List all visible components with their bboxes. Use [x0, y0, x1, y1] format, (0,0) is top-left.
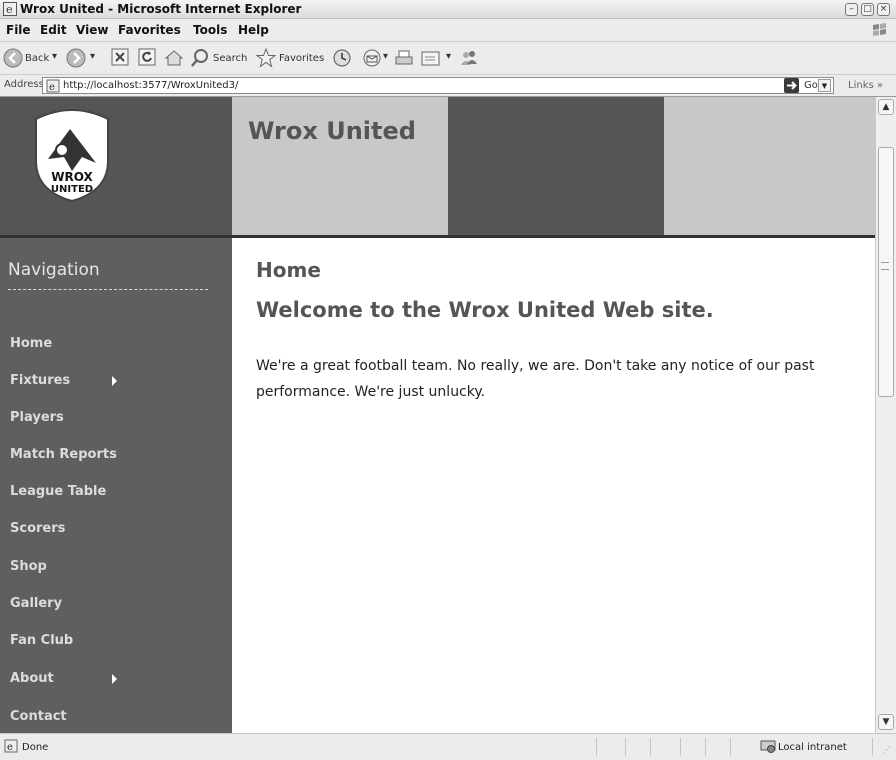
status-text: Done: [22, 742, 49, 753]
nav-item-about[interactable]: About: [10, 671, 54, 686]
svg-text:e: e: [6, 3, 13, 16]
back-label[interactable]: Back: [25, 53, 49, 64]
submenu-arrow-icon: [112, 674, 117, 684]
status-divider: [596, 738, 597, 756]
nav-item-fixtures[interactable]: Fixtures: [10, 373, 70, 388]
edit-icon[interactable]: [420, 48, 442, 68]
svg-text:e: e: [7, 742, 13, 753]
svg-text:e: e: [49, 82, 55, 93]
status-divider: [730, 738, 731, 756]
refresh-icon[interactable]: [138, 48, 156, 66]
intro-paragraph: We're a great football team. No really, …: [256, 358, 815, 400]
favorites-label[interactable]: Favorites: [279, 53, 324, 64]
page-heading: Home: [256, 258, 321, 282]
submenu-arrow-icon: [112, 376, 117, 386]
nav-item-players[interactable]: Players: [10, 410, 64, 425]
nav-title-underline: [8, 289, 208, 290]
welcome-heading: Welcome to the Wrox United Web site.: [256, 298, 714, 322]
search-label[interactable]: Search: [213, 53, 247, 64]
favorites-star-icon[interactable]: [256, 48, 276, 68]
svg-text:UNITED: UNITED: [51, 184, 93, 195]
go-button[interactable]: Go: [804, 80, 818, 91]
status-divider: [680, 738, 681, 756]
title-bar: e Wrox United - Microsoft Internet Explo…: [0, 0, 896, 19]
history-icon[interactable]: [332, 48, 352, 68]
wrox-united-logo[interactable]: WROX UNITED: [30, 105, 114, 205]
address-url[interactable]: http://localhost:3577/WroxUnited3/: [63, 80, 238, 91]
sidebar-navigation: Navigation Home Fixtures Players Match R…: [0, 238, 232, 733]
close-button[interactable]: ×: [877, 3, 890, 16]
go-arrow-icon[interactable]: [784, 78, 799, 93]
forward-arrow-icon[interactable]: [66, 48, 86, 68]
menu-file[interactable]: File: [6, 23, 31, 37]
forward-dropdown-icon[interactable]: ▾: [90, 51, 95, 62]
nav-item-gallery[interactable]: Gallery: [10, 596, 62, 611]
search-icon[interactable]: [190, 48, 210, 68]
menu-favorites[interactable]: Favorites: [118, 23, 181, 37]
main-content: Home Welcome to the Wrox United Web site…: [232, 238, 875, 733]
home-icon[interactable]: [164, 48, 184, 68]
scroll-down-button[interactable]: ▼: [878, 714, 894, 730]
status-divider: [872, 738, 873, 756]
nav-item-fan-club[interactable]: Fan Club: [10, 633, 73, 648]
scroll-thumb[interactable]: [878, 147, 894, 397]
nav-title: Navigation: [8, 260, 100, 280]
status-divider: [705, 738, 706, 756]
page-status-icon: e: [4, 739, 18, 753]
status-bar: e Done Local intranet ⋰: [0, 733, 896, 760]
address-bar: Address e http://localhost:3577/WroxUnit…: [0, 75, 896, 97]
nav-item-home[interactable]: Home: [10, 336, 52, 351]
status-divider: [625, 738, 626, 756]
menu-tools[interactable]: Tools: [193, 23, 227, 37]
menu-bar: File Edit View Favorites Tools Help: [0, 19, 896, 42]
nav-item-contact[interactable]: Contact: [10, 709, 67, 724]
mail-dropdown-icon[interactable]: ▾: [383, 51, 388, 62]
address-dropdown-button[interactable]: ▼: [818, 79, 831, 92]
local-intranet-icon: [760, 740, 776, 753]
address-label: Address: [4, 79, 44, 90]
logo-area: WROX UNITED: [0, 97, 232, 237]
scroll-grip-icon: [881, 262, 889, 270]
page-viewport: WROX UNITED Wrox United Navigation Home …: [0, 97, 875, 733]
back-dropdown-icon[interactable]: ▾: [52, 51, 57, 62]
address-input[interactable]: e http://localhost:3577/WroxUnited3/ ▼: [42, 77, 834, 94]
menu-help[interactable]: Help: [238, 23, 269, 37]
minimize-button[interactable]: –: [845, 3, 858, 16]
print-icon[interactable]: [394, 48, 414, 68]
status-divider: [650, 738, 651, 756]
vertical-scrollbar[interactable]: ▲ ▼: [875, 97, 896, 733]
edit-dropdown-icon[interactable]: ▾: [446, 51, 451, 62]
scroll-up-button[interactable]: ▲: [878, 99, 894, 115]
ie-icon: e: [3, 2, 17, 16]
back-arrow-icon[interactable]: [3, 48, 23, 68]
window-title: Wrox United - Microsoft Internet Explore…: [20, 2, 302, 16]
banner-panel-2: [448, 97, 664, 237]
links-button[interactable]: Links »: [848, 80, 883, 91]
toolbar: Back ▾ ▾ Search Favorites ▾ ▾: [0, 42, 896, 75]
nav-item-match-reports[interactable]: Match Reports: [10, 447, 117, 462]
site-title: Wrox United: [248, 117, 416, 145]
stop-icon[interactable]: [111, 48, 129, 66]
security-zone-text: Local intranet: [778, 742, 847, 753]
page-icon: e: [46, 79, 60, 93]
nav-item-league-table[interactable]: League Table: [10, 484, 106, 499]
resize-grip-icon[interactable]: ⋰: [882, 746, 891, 756]
nav-item-shop[interactable]: Shop: [10, 559, 47, 574]
messenger-icon[interactable]: [458, 48, 480, 68]
svg-text:WROX: WROX: [51, 170, 93, 184]
menu-view[interactable]: View: [76, 23, 108, 37]
nav-item-scorers[interactable]: Scorers: [10, 521, 65, 536]
mail-icon[interactable]: [362, 48, 382, 68]
banner-panel-3: [664, 97, 875, 237]
windows-flag-icon: [873, 23, 886, 36]
menu-edit[interactable]: Edit: [40, 23, 67, 37]
maximize-button[interactable]: □: [861, 3, 874, 16]
